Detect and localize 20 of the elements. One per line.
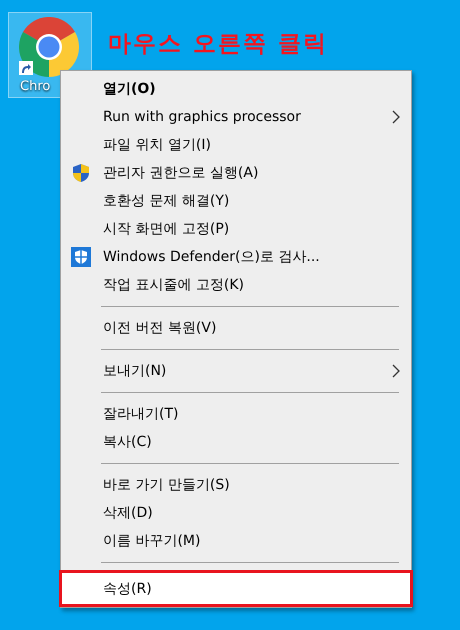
- menu-item[interactable]: 시작 화면에 고정(P): [61, 215, 411, 243]
- menu-item[interactable]: 이전 버전 복원(V): [61, 314, 411, 342]
- menu-item[interactable]: 보내기(N): [61, 357, 411, 385]
- menu-item[interactable]: 파일 위치 열기(I): [61, 131, 411, 159]
- shield-icon: [71, 247, 91, 267]
- menu-item[interactable]: 바로 가기 만들기(S): [61, 471, 411, 499]
- menu-item[interactable]: Windows Defender(으)로 검사...: [61, 243, 411, 271]
- shortcut-arrow-icon: [19, 61, 33, 75]
- menu-item[interactable]: 잘라내기(T): [61, 400, 411, 428]
- menu-item[interactable]: 복사(C): [61, 428, 411, 456]
- menu-item[interactable]: 삭제(D): [61, 499, 411, 527]
- annotation-text: 마우스 오른쪽 클릭: [108, 30, 328, 58]
- menu-item[interactable]: 관리자 권한으로 실행(A): [61, 159, 411, 187]
- menu-item[interactable]: Run with graphics processor: [61, 103, 411, 131]
- shield-icon: [72, 163, 90, 183]
- menu-item[interactable]: 호환성 문제 해결(Y): [61, 187, 411, 215]
- shortcut-label: Chro: [20, 79, 50, 94]
- menu-item[interactable]: 속성(R): [59, 570, 413, 607]
- menu-item[interactable]: 이름 바꾸기(M): [61, 527, 411, 555]
- menu-item[interactable]: 작업 표시줄에 고정(K): [61, 271, 411, 299]
